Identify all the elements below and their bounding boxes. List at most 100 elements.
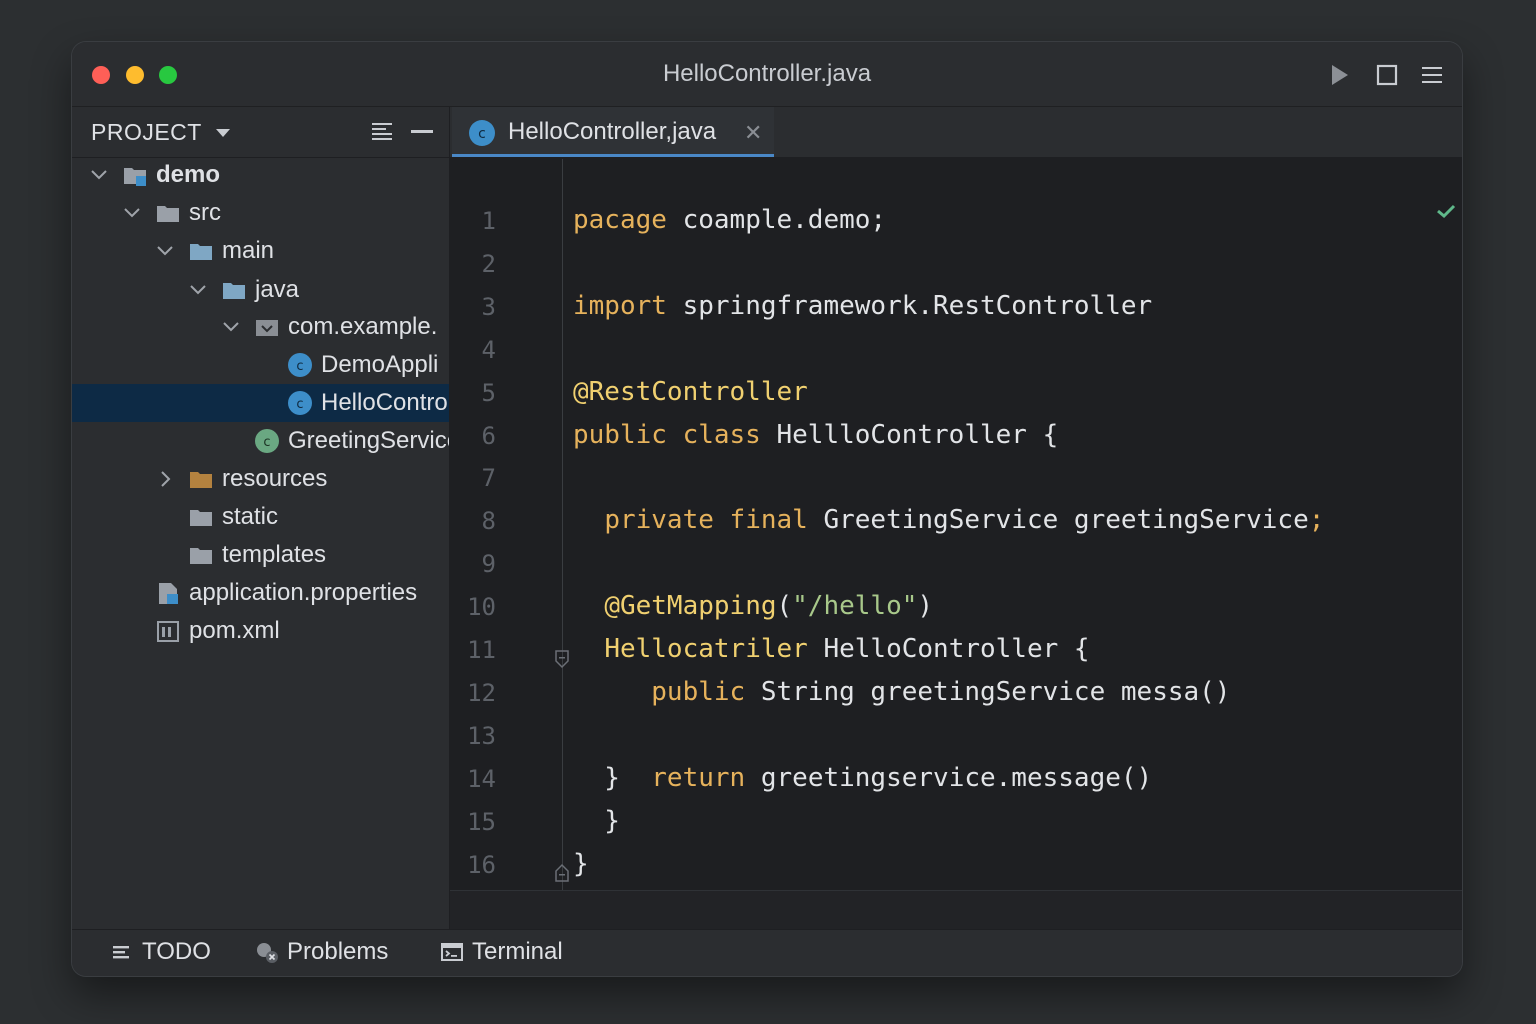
code-line[interactable]: }: [573, 849, 589, 879]
terminal-label: Terminal: [472, 938, 563, 965]
code-token: public: [651, 676, 746, 707]
tree-item-label: HelloControlle: [321, 389, 449, 416]
tree-item-templates[interactable]: templates: [72, 536, 449, 574]
code-token: String greetingService messa(): [745, 676, 1231, 707]
properties-file-icon: [159, 583, 178, 604]
line-number: 2: [481, 249, 496, 278]
code-line[interactable]: import springframework.RestController: [573, 291, 1152, 321]
chevron-down-icon[interactable]: [123, 204, 141, 222]
line-number: 11: [467, 636, 496, 664]
line-number: 14: [467, 764, 496, 793]
todo-list-icon: [113, 946, 129, 959]
tree-item-label: resources: [222, 465, 328, 492]
code-line[interactable]: public class HellloController {: [573, 420, 1058, 450]
tab-label: HelloController,java: [508, 118, 717, 145]
tree-item-hellocontrolle[interactable]: c HelloControlle: [72, 384, 449, 422]
code-token: import: [573, 290, 667, 321]
class-icon: c: [288, 353, 312, 377]
source-folder-icon: [223, 283, 245, 299]
code-token: "/hello": [792, 591, 918, 622]
tree-item-src[interactable]: src: [72, 194, 449, 232]
hide-panel-icon[interactable]: [410, 120, 434, 144]
code-token: ;: [1308, 505, 1325, 536]
code-line[interactable]: Hellocatriler HelloController {: [573, 634, 1090, 664]
tree-item-demoappli[interactable]: c DemoAppli: [72, 346, 449, 384]
tree-item-label: com.example.: [288, 313, 438, 340]
line-number: 12: [467, 678, 496, 707]
folder-icon: [190, 510, 212, 526]
code-line[interactable]: @GetMapping("/hello"): [573, 591, 933, 621]
tree-item-label: main: [222, 237, 275, 264]
tree-item-label: demo: [156, 161, 221, 188]
svg-text:c: c: [263, 435, 270, 450]
collapse-all-icon[interactable]: [370, 120, 394, 144]
line-number: 6: [481, 421, 496, 450]
tree-item-java[interactable]: java: [72, 271, 449, 309]
code-token: pacage: [573, 205, 667, 235]
fold-marker-icon[interactable]: [554, 649, 570, 669]
line-number-gutter: 1 2 3 4 5 6 7 8 9 10 11 12 13 14 15 16: [450, 159, 569, 891]
line-number: 8: [481, 507, 496, 536]
code-token: }: [573, 805, 620, 836]
chevron-down-icon[interactable]: [156, 242, 174, 260]
hamburger-menu-icon[interactable]: [1419, 62, 1445, 88]
chevron-down-icon[interactable]: [222, 318, 240, 336]
tree-item-label: application.properties: [189, 579, 418, 606]
svg-text:c: c: [296, 397, 303, 412]
todo-label: TODO: [142, 938, 211, 965]
class-icon: c: [469, 120, 495, 146]
code-token: public class: [573, 419, 761, 450]
project-sidebar: PROJECT demo src main java com.example. c Demo…: [72, 107, 450, 930]
code-line[interactable]: public String greetingService messa(): [573, 677, 1230, 707]
resources-folder-icon: [190, 472, 212, 488]
code-line[interactable]: pacage coample.demo;: [573, 205, 886, 235]
tree-item-label: GreetingService: [288, 427, 450, 454]
module-folder-icon: [124, 168, 146, 186]
line-number: 3: [481, 292, 496, 321]
code-token: Hellocatriler: [604, 634, 808, 664]
layout-toggle-icon[interactable]: [1374, 62, 1400, 88]
tree-item-demo[interactable]: demo: [72, 156, 449, 194]
code-token: return: [651, 762, 746, 793]
code-token: HelloController {: [807, 634, 1090, 664]
svg-text:c: c: [296, 359, 303, 374]
chevron-right-icon[interactable]: [156, 470, 174, 488]
line-number: 5: [481, 378, 496, 407]
code-token: ): [917, 591, 934, 622]
code-token: (: [776, 591, 793, 622]
code-token: coample.demo;: [666, 205, 887, 235]
chevron-down-icon[interactable]: [189, 281, 207, 299]
code-line[interactable]: } return greetingservice.message(): [573, 763, 1152, 793]
maven-file-icon: [157, 621, 179, 642]
tree-item-resources[interactable]: resources: [72, 460, 449, 498]
project-panel-title[interactable]: PROJECT: [91, 119, 202, 146]
code-line[interactable]: @RestController: [573, 377, 808, 407]
code-line[interactable]: }: [573, 806, 620, 836]
chevron-down-icon[interactable]: [215, 127, 231, 139]
run-icon[interactable]: [1326, 62, 1352, 88]
code-token: HellloController {: [760, 419, 1059, 450]
tree-item-com-example[interactable]: com.example.: [72, 308, 449, 346]
terminal-icon: [441, 943, 463, 961]
code-token: GreetingService greetingService: [807, 505, 1309, 536]
code-line[interactable]: private final GreetingService greetingSe…: [573, 505, 1324, 535]
tree-item-label: pom.xml: [189, 617, 280, 644]
tree-item-static[interactable]: static: [72, 498, 449, 536]
fold-end-marker-icon[interactable]: [554, 863, 570, 883]
editor-footer: [450, 890, 1462, 930]
tree-item-application-properties[interactable]: application.properties: [72, 574, 449, 612]
close-tab-icon[interactable]: ✕: [744, 120, 762, 146]
code-token: private final: [604, 505, 808, 536]
tree-item-pom-xml[interactable]: pom.xml: [72, 612, 449, 650]
window-title: HelloController.java: [662, 60, 872, 87]
problems-label: Problems: [287, 938, 389, 965]
tree-item-label: static: [222, 503, 279, 530]
chevron-down-icon[interactable]: [90, 166, 108, 184]
tree-item-main[interactable]: main: [72, 232, 449, 270]
tree-item-greetingservice[interactable]: c GreetingService: [72, 422, 449, 460]
no-problems-check-icon[interactable]: [1436, 203, 1456, 219]
code-token: }: [573, 848, 589, 879]
tab-hello-controller[interactable]: c HelloController,java ✕: [452, 107, 774, 157]
code-token: greetingservice.message(): [745, 762, 1153, 793]
